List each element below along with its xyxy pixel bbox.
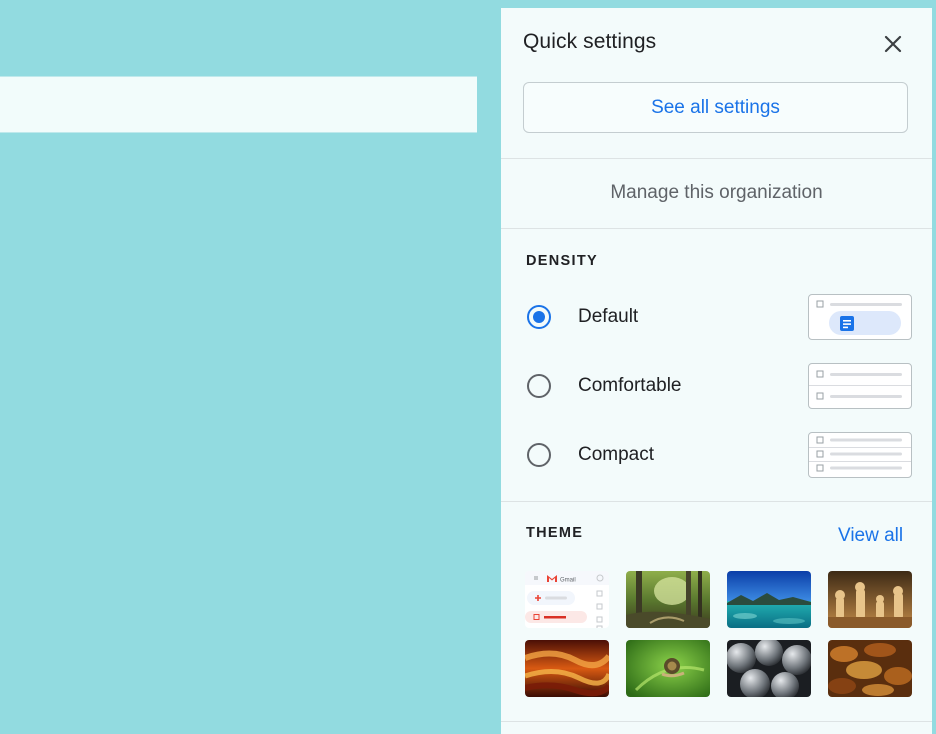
density-option-default[interactable]: Default <box>501 289 932 345</box>
see-all-settings-button[interactable]: See all settings <box>523 82 908 133</box>
theme-forest[interactable] <box>626 571 710 628</box>
divider <box>501 721 932 722</box>
divider <box>501 228 932 229</box>
density-heading: DENSITY <box>526 253 598 269</box>
density-label-compact: Compact <box>578 444 655 465</box>
divider <box>501 501 932 502</box>
density-option-compact[interactable]: Compact <box>501 427 932 483</box>
search-bar-area[interactable] <box>0 76 477 133</box>
radio-compact[interactable] <box>527 443 551 467</box>
theme-heading: THEME <box>526 525 584 541</box>
theme-default-gmail[interactable]: Gmail <box>525 571 609 628</box>
density-label-default: Default <box>578 306 639 327</box>
radio-comfortable[interactable] <box>527 374 551 398</box>
manage-organization-link[interactable]: Manage this organization <box>501 159 932 227</box>
close-icon <box>884 35 902 53</box>
theme-autumn-leaves[interactable] <box>828 640 912 697</box>
theme-chess[interactable] <box>828 571 912 628</box>
view-all-themes-link[interactable]: View all <box>838 525 903 547</box>
density-option-comfortable[interactable]: Comfortable <box>501 358 932 414</box>
density-label-comfortable: Comfortable <box>578 375 682 396</box>
quick-settings-header: Quick settings <box>501 8 932 82</box>
density-preview-compact-icon[interactable] <box>808 432 912 478</box>
gmail-logo-text: Gmail <box>560 578 576 584</box>
quick-settings-panel: Quick settings See all settings Manage t… <box>501 8 932 734</box>
density-preview-default-icon[interactable] <box>808 294 912 340</box>
theme-snail-leaf[interactable] <box>626 640 710 697</box>
theme-bubbles[interactable] <box>727 640 811 697</box>
theme-lake[interactable] <box>727 571 811 628</box>
radio-default[interactable] <box>527 305 551 329</box>
theme-canyon[interactable] <box>525 640 609 697</box>
panel-title: Quick settings <box>523 30 657 53</box>
density-preview-comfortable-icon[interactable] <box>808 363 912 409</box>
close-button[interactable] <box>873 27 913 61</box>
